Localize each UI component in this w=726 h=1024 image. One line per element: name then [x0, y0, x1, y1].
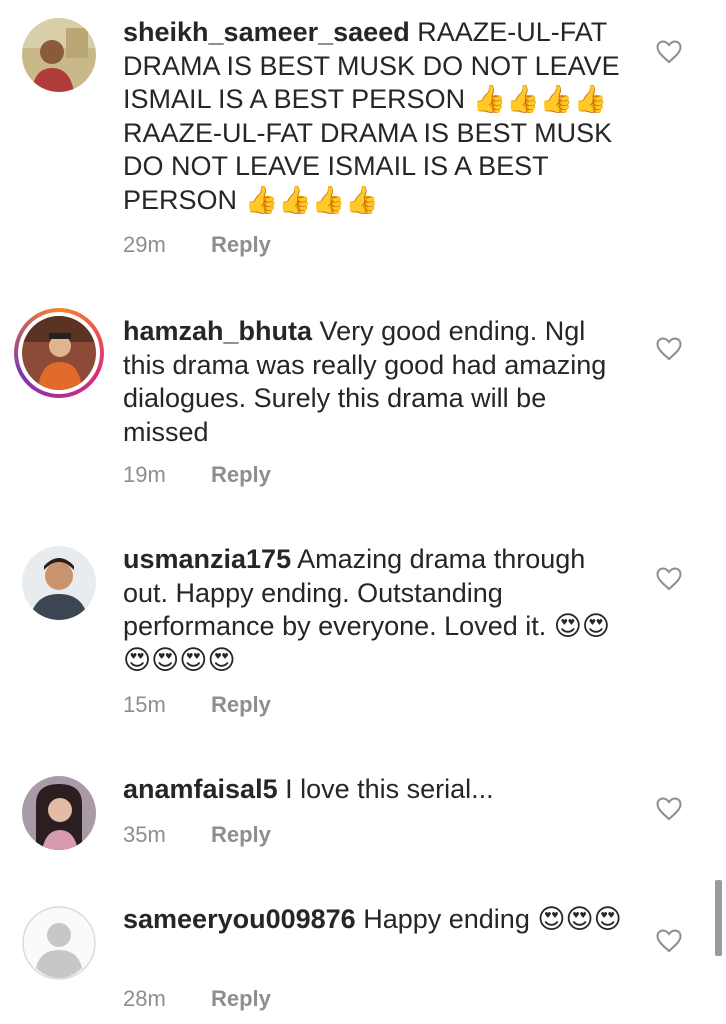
comment-timestamp: 19m — [123, 462, 166, 487]
comment-meta: 15m Reply — [123, 692, 271, 718]
comment-timestamp: 29m — [123, 232, 166, 257]
comment-body: sheikh_sameer_saeed RAAZE-UL-FAT DRAMA I… — [123, 16, 623, 217]
comment-body: anamfaisal5 I love this serial... — [123, 773, 623, 807]
avatar[interactable] — [22, 546, 96, 620]
avatar[interactable] — [22, 776, 96, 850]
heart-icon[interactable] — [656, 40, 682, 64]
reply-button[interactable]: Reply — [211, 986, 271, 1012]
comment-meta: 29m Reply — [123, 232, 271, 258]
comment-username[interactable]: sameeryou009876 — [123, 904, 356, 934]
reply-button[interactable]: Reply — [211, 232, 271, 258]
comment-meta: 35m Reply — [123, 822, 271, 848]
comment-body: sameeryou009876 Happy ending 😍😍😍 — [123, 903, 623, 937]
comment-timestamp: 35m — [123, 822, 166, 847]
heart-icon[interactable] — [656, 567, 682, 591]
default-profile-icon[interactable] — [22, 906, 96, 980]
avatar[interactable] — [22, 18, 96, 92]
comment-meta: 19m Reply — [123, 462, 271, 488]
heart-icon[interactable] — [656, 797, 682, 821]
reply-button[interactable]: Reply — [211, 462, 271, 488]
scrollbar[interactable] — [715, 880, 722, 956]
comment-body: usmanzia175 Amazing drama through out. H… — [123, 543, 623, 677]
comment-timestamp: 15m — [123, 692, 166, 717]
comment-timestamp: 28m — [123, 986, 166, 1011]
comment-username[interactable]: sheikh_sameer_saeed — [123, 17, 410, 47]
comment-username[interactable]: hamzah_bhuta — [123, 316, 312, 346]
comment-body: hamzah_bhuta Very good ending. Ngl this … — [123, 315, 623, 449]
comment-text: Happy ending 😍😍😍 — [363, 904, 622, 934]
reply-button[interactable]: Reply — [211, 822, 271, 848]
heart-icon[interactable] — [656, 337, 682, 361]
reply-button[interactable]: Reply — [211, 692, 271, 718]
comment-username[interactable]: anamfaisal5 — [123, 774, 278, 804]
comment-meta: 28m Reply — [123, 986, 271, 1012]
comment-username[interactable]: usmanzia175 — [123, 544, 291, 574]
comment-text: I love this serial... — [285, 774, 494, 804]
heart-icon[interactable] — [656, 929, 682, 953]
avatar[interactable] — [14, 308, 104, 398]
